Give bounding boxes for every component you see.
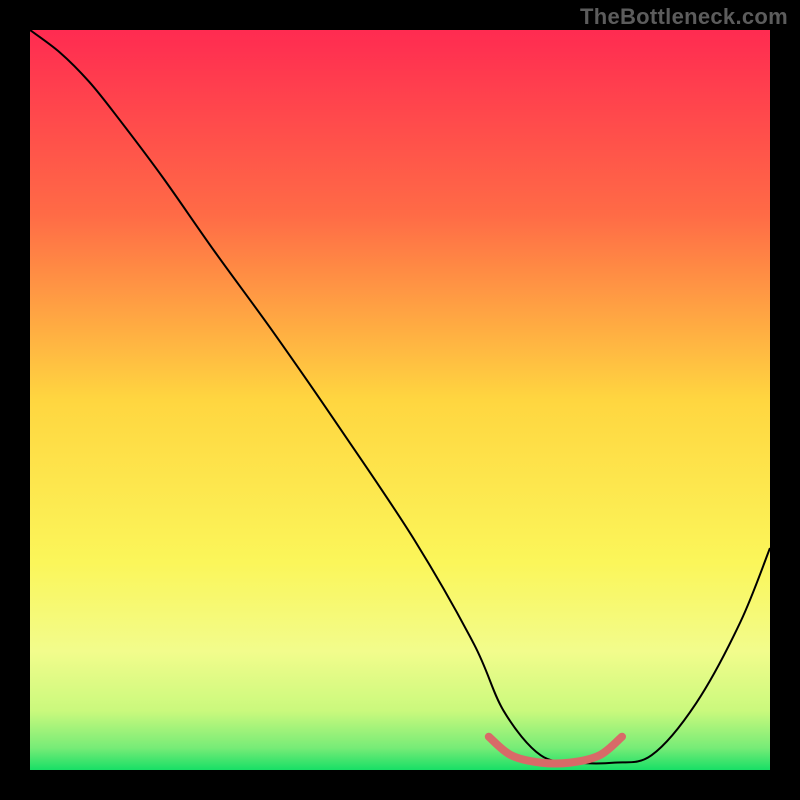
chart-svg [30,30,770,770]
gradient-background [30,30,770,770]
chart-container: TheBottleneck.com [0,0,800,800]
plot-area [30,30,770,770]
watermark-text: TheBottleneck.com [580,4,788,30]
